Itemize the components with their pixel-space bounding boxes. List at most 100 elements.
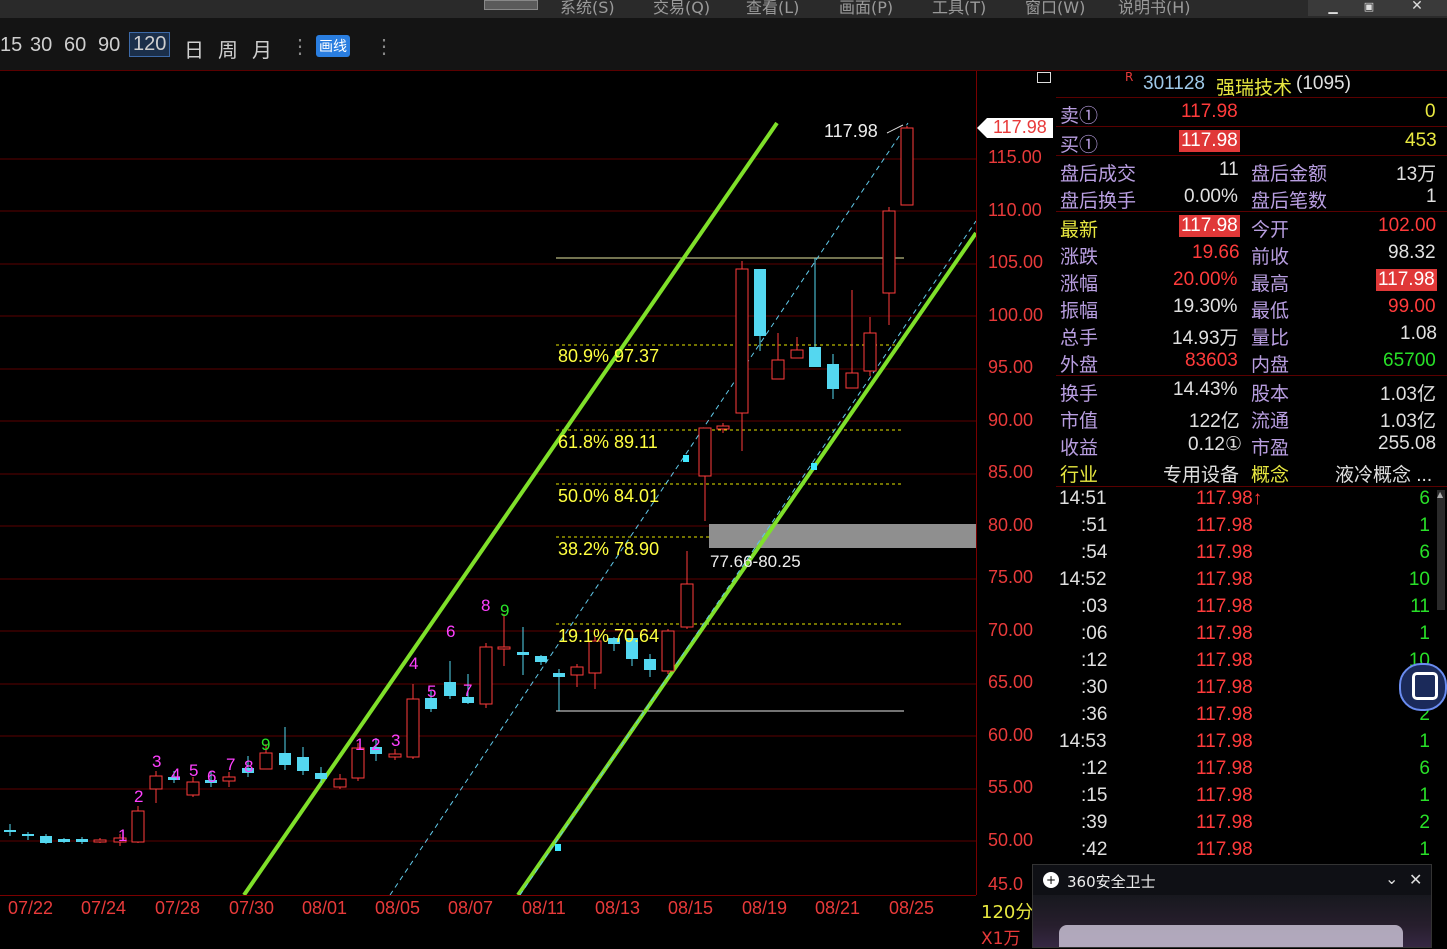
latest-label: 最新	[1060, 220, 1099, 241]
draw-line-button[interactable]: 画线	[316, 35, 350, 57]
candle-body	[882, 210, 896, 294]
close-icon[interactable]: ✕	[1409, 870, 1422, 889]
price-tick: 100.00	[988, 305, 1044, 325]
security-popup[interactable]: + 360安全卫士 ⌄ ✕	[1032, 864, 1432, 948]
candle-body	[406, 698, 420, 758]
date-tick: 08/15	[668, 898, 714, 918]
tick-volume: 10	[1408, 569, 1430, 590]
candle-body	[149, 775, 163, 790]
count-label: 8	[244, 757, 254, 776]
menu-item-view[interactable]: 查看(L)	[746, 0, 839, 17]
channel-mid-line	[389, 122, 909, 895]
menu-item-trade[interactable]: 交易(Q)	[653, 0, 746, 17]
volume-label: 总手	[1060, 328, 1099, 349]
candle-body	[716, 425, 730, 430]
popup-title: 360安全卫士	[1067, 873, 1156, 891]
tick-time: :54	[1081, 542, 1108, 563]
candle-body	[845, 372, 859, 389]
kline-chart[interactable]: 117.98 80.9% 97.37 61.8% 89.11 50.0% 84.…	[0, 71, 976, 895]
period-label: 120分	[981, 902, 1034, 923]
candle-body	[661, 630, 675, 672]
count-label: 4	[171, 765, 181, 784]
after-vol-label: 盘后成交	[1060, 164, 1137, 185]
signal-marker	[683, 455, 689, 462]
tick-time: :03	[1081, 596, 1108, 617]
candle-body	[680, 583, 694, 628]
signal-marker	[555, 844, 561, 851]
menu-item-screen[interactable]: 画面(P)	[839, 0, 932, 17]
change-value: 19.66	[1192, 242, 1240, 263]
divider	[1056, 97, 1447, 98]
period-60[interactable]: 60	[64, 34, 86, 57]
candle-body	[315, 773, 327, 779]
assistant-float-button[interactable]	[1399, 663, 1447, 711]
concept-value[interactable]: 液冷概念 ...	[1335, 460, 1432, 487]
candle-body	[186, 781, 200, 796]
support-zone-label: 77.66-80.25	[710, 552, 801, 571]
period-30[interactable]: 30	[30, 34, 52, 57]
after-turn-label: 盘后换手	[1060, 191, 1137, 212]
tick-time: 14:53	[1059, 731, 1107, 752]
tick-volume: 1	[1419, 839, 1430, 860]
pct-label: 涨幅	[1060, 274, 1099, 295]
fib-label-382: 38.2% 78.90	[558, 539, 660, 559]
chat-icon	[1412, 672, 1438, 700]
after-vol-value: 11	[1219, 159, 1239, 180]
low-value: 99.00	[1388, 296, 1436, 317]
price-tick: 85.00	[988, 462, 1034, 482]
price-tick: 75.00	[988, 567, 1034, 587]
date-tick: 08/07	[448, 898, 494, 918]
industry-value[interactable]: 专用设备	[1163, 460, 1239, 487]
price-tick: 110.00	[988, 200, 1042, 220]
tick-price: 117.98	[1196, 650, 1253, 671]
menu-item-window[interactable]: 窗口(W)	[1025, 0, 1118, 17]
tick-price: 117.98	[1196, 812, 1253, 833]
menu-item-system[interactable]: 系统(S)	[560, 0, 653, 17]
tick-price: 117.98	[1196, 704, 1253, 725]
period-90[interactable]: 90	[98, 34, 120, 57]
chart-gridlines	[0, 158, 976, 842]
period-15[interactable]: 15	[0, 34, 22, 57]
period-month[interactable]: 月	[252, 34, 272, 63]
sell1-label: 卖①	[1060, 106, 1099, 127]
candle-body	[644, 659, 656, 670]
outer-label: 外盘	[1060, 355, 1099, 376]
period-120[interactable]: 120	[129, 32, 171, 57]
price-tick: 95.00	[988, 357, 1034, 377]
price-tick: 70.00	[988, 620, 1034, 640]
tick-row: :30 117.98	[1056, 677, 1438, 704]
price-tick: 60.00	[988, 725, 1034, 745]
count-label: 8	[481, 596, 491, 615]
close-icon[interactable]: ✕	[1402, 0, 1432, 14]
minimize-icon[interactable]: ▁	[1318, 0, 1348, 14]
buy1-volume: 453	[1405, 130, 1437, 151]
fib-label-191: 19.1% 70.64	[558, 626, 660, 646]
shares-label: 股本	[1251, 384, 1290, 405]
candle-body	[863, 332, 877, 372]
scroll-up-icon[interactable]: ▲	[1437, 490, 1443, 499]
shield-icon: +	[1043, 872, 1059, 888]
count-label: 1	[355, 735, 365, 754]
candle-body	[517, 652, 529, 655]
maximize-icon[interactable]: ▣	[1354, 0, 1384, 14]
price-tick: 50.00	[988, 830, 1034, 850]
stock-code: 301128	[1143, 73, 1205, 94]
tick-row: :42 117.98 1	[1056, 839, 1438, 866]
pe-label: 市盈	[1251, 438, 1290, 459]
menu-item-tools[interactable]: 工具(T)	[932, 0, 1025, 17]
prev-close-label: 前收	[1251, 247, 1290, 268]
tick-row: :54 117.98 6	[1056, 542, 1438, 569]
candle-body	[535, 656, 547, 662]
count-label: 5	[427, 682, 437, 701]
date-tick: 07/28	[155, 898, 201, 918]
volume-value: 14.93万	[1172, 328, 1239, 349]
tick-list-scrollbar[interactable]: ▲	[1437, 490, 1445, 610]
period-day[interactable]: 日	[184, 34, 204, 63]
count-label: 2	[134, 787, 144, 806]
tick-volume: 1	[1419, 623, 1430, 644]
chevron-down-icon[interactable]: ⌄	[1385, 869, 1398, 888]
period-week[interactable]: 周	[218, 34, 238, 63]
tick-price: 117.98	[1196, 839, 1253, 860]
menu-item-help[interactable]: 说明书(H)	[1118, 0, 1211, 17]
divider	[1056, 126, 1447, 127]
